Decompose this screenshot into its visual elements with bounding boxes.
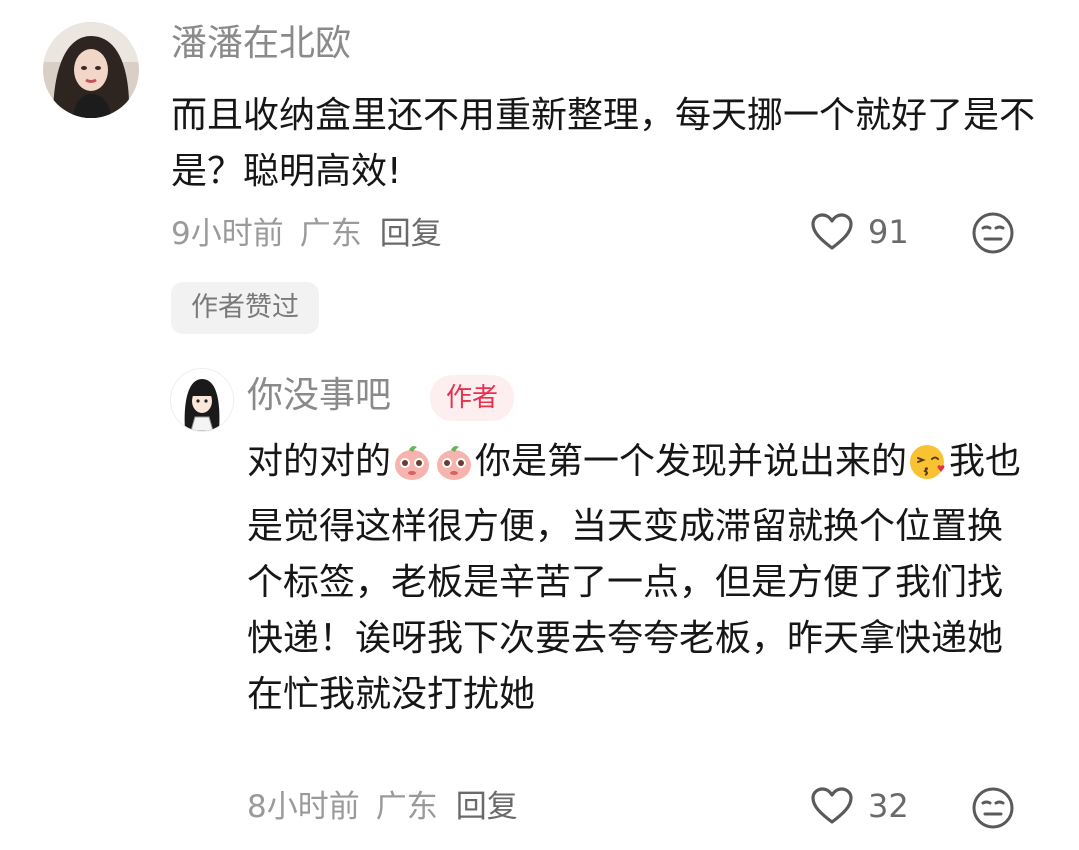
heart-outline-icon	[811, 787, 853, 824]
comment-reply-button[interactable]: 回复	[380, 214, 442, 254]
comment-like-button[interactable]: 91	[810, 212, 909, 252]
comment-text: 而且收纳盒里还不用重新整理，每天挪一个就好了是不是？聪明高效!	[171, 95, 1036, 192]
peach-sticker-emoji	[434, 442, 474, 499]
neutral-face-icon	[972, 787, 1014, 829]
comment-location: 广东	[299, 216, 362, 252]
comment-time: 9小时前	[171, 216, 284, 252]
heart-outline-icon	[811, 213, 853, 250]
comment-username[interactable]: 潘潘在北欧	[171, 22, 351, 66]
reply-emoji-reaction-button[interactable]	[970, 785, 1016, 831]
reply-text-part1: 对的对的	[247, 441, 392, 482]
reply-username[interactable]: 你没事吧	[247, 374, 391, 418]
reply-reply-button[interactable]: 回复	[456, 787, 518, 827]
author-liked-badge: 作者赞过	[171, 282, 319, 334]
author-badge: 作者	[430, 375, 515, 421]
avatar[interactable]	[43, 22, 139, 118]
reply-text-part3: 我也是觉得这样很方便，当天变成滞留就换个位置换个标签，老板是辛苦了一点，但是方便…	[247, 441, 1022, 715]
user-avatar-photo	[43, 22, 139, 118]
reply-like-button[interactable]: 32	[810, 786, 909, 826]
reply-text-part2: 你是第一个发现并说出来的	[475, 441, 908, 482]
reply-user-avatar-illustration	[171, 369, 233, 431]
reply-time: 8小时前	[247, 789, 360, 825]
kissing-face-emoji	[908, 442, 948, 499]
neutral-face-icon	[972, 212, 1014, 254]
reply-text: 对的对的 你是第一个发现并说出来的 我也是觉得这样很方便，当天变成滞留就换个位置换个…	[247, 434, 1037, 723]
comment-emoji-reaction-button[interactable]	[970, 210, 1016, 256]
comment-meta: 9小时前 广东 回复	[171, 214, 442, 254]
reply-avatar[interactable]	[170, 368, 234, 432]
reply-meta: 8小时前 广东 回复	[247, 787, 518, 827]
reply-like-count: 32	[868, 787, 909, 825]
peach-sticker-emoji	[392, 442, 432, 499]
reply-location: 广东	[375, 789, 438, 825]
comment-like-count: 91	[868, 213, 909, 251]
